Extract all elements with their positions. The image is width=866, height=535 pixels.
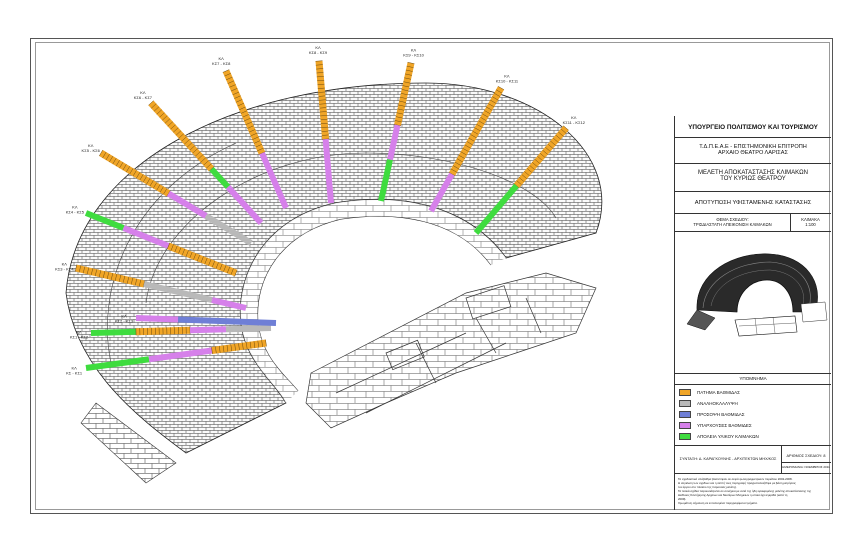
ministry-title: ΥΠΟΥΡΓΕΙΟ ΠΟΛΙΤΙΣΜΟΥ ΚΑΙ ΤΟΥΡΙΣΜΟΥ: [688, 124, 818, 131]
stair-label: ΚΣ5 - ΚΣ6: [82, 148, 101, 153]
legend-item: ΑΠΟΛΕΙΑ ΥΛΙΚΟΥ ΚΛΙΜΑΚΩΝ: [679, 432, 829, 441]
stair-label: ΚΣ8 - ΚΣ9: [309, 50, 328, 55]
ministry-cell: ΥΠΟΥΡΓΕΙΟ ΠΟΛΙΤΙΣΜΟΥ ΚΑΙ ΤΟΥΡΙΣΜΟΥ: [675, 116, 831, 138]
committee-title: Τ.Δ.Π.Ε.Α.Ε - ΕΠΙΣΤΗΜΟΝΙΚΗ ΕΠΙΤΡΟΠΗ: [699, 144, 807, 150]
stair-segment-riser: [177, 316, 277, 326]
legend-item: ΠΑΤΗΜΑ ΒΑΘΜΙΔΑΣ: [679, 388, 829, 397]
stair-segment-fill: [225, 325, 272, 333]
legend-swatch: [679, 433, 691, 440]
legend-cell: ΥΠΟΜΝΗΜΑ ΠΑΤΗΜΑ ΒΑΘΜΙΔΑΣ ΑΝΑΛΗΟΚΛΑΛΥΨΗ ΠΡΟ…: [675, 374, 831, 446]
stair-label: ΚΣ6 - ΚΣ7: [134, 95, 153, 100]
stair-label: ΚΣ4 - ΚΣ5: [66, 210, 85, 215]
title-block: ΥΠΟΥΡΓΕΙΟ ΠΟΛΙΤΙΣΜΟΥ ΚΑΙ ΤΟΥΡΙΣΜΟΥ Τ.Δ.Π…: [674, 116, 831, 510]
stair-segment-exist: [135, 315, 179, 323]
committee-cell: Τ.Δ.Π.Ε.Α.Ε - ΕΠΙΣΤΗΜΟΝΙΚΗ ΕΠΙΤΡΟΠΗ ΑΡΧΑ…: [675, 138, 831, 164]
legend-item: ΠΡΟΣΟΨΗ ΒΑΘΜΙΔΑΣ: [679, 410, 829, 419]
theme-box: ΘΕΜΑ ΣΧΕΔΙΟΥ: ΤΡΙΣΔΙΑΣΤΑΤΗ ΑΠΕΙΚΟΝΙΣΗ ΚΛ…: [675, 214, 791, 232]
author-text: ΣΥΝΤΑΞΗ: Δ. ΚΑΡΑΓΚΟΥΝΗΣ - ΑΡΧΙΤΕΚΤΩΝ ΜΗΧ…: [679, 457, 777, 461]
legend-item: ΥΠΑΡΧΟΥΣΕΣ ΒΑΘΜΙΔΕΣ: [679, 421, 829, 430]
stair-label: ΚΣ7 - ΚΣ8: [212, 61, 231, 66]
scale-box: ΚΛΙΜΑΚΑ 1:100: [790, 214, 831, 232]
subject-title: ΑΠΟΤΥΠΩΣΗ ΥΦΙΣΤΑΜΕΝΗΣ ΚΑΤΑΣΤΑΣΗΣ: [694, 200, 812, 206]
study-title-line2: ΤΟΥ ΚΥΡΙΩΣ ΘΕΑΤΡΟΥ: [720, 176, 786, 182]
author-cell: ΣΥΝΤΑΞΗ: Δ. ΚΑΡΑΓΚΟΥΝΗΣ - ΑΡΧΙΤΕΚΤΩΝ ΜΗΧ…: [675, 446, 831, 474]
study-title-line1: ΜΕΛΕΤΗ ΑΠΟΚΑΤΑΣΤΑΣΗΣ ΚΛΙΜΑΚΩΝ: [698, 170, 808, 176]
study-cell: ΜΕΛΕΤΗ ΑΠΟΚΑΤΑΣΤΑΣΗΣ ΚΛΙΜΑΚΩΝ ΤΟΥ ΚΥΡΙΩΣ…: [675, 164, 831, 192]
note-line: Χρωμάτινη σήμανση σε εντοπισμένα περιγρα…: [678, 501, 758, 505]
stair-label: ΚΣ - ΚΣ1: [66, 371, 83, 376]
key-plan-thumbnail: [686, 253, 828, 337]
site-title: ΑΡΧΑΙΟ ΘΕΑΤΡΟ ΛΑΡΙΣΑΣ: [718, 150, 788, 156]
scale-value: 1:100: [805, 222, 816, 227]
stair-segment-loss: [90, 328, 137, 336]
legend-label: ΠΑΤΗΜΑ ΒΑΘΜΙΔΑΣ: [697, 390, 740, 395]
theme-cell: ΘΕΜΑ ΣΧΕΔΙΟΥ: ΤΡΙΣΔΙΑΣΤΑΤΗ ΑΠΕΙΚΟΝΙΣΗ ΚΛ…: [675, 214, 831, 232]
theme-value: ΤΡΙΣΔΙΑΣΤΑΤΗ ΑΠΕΙΚΟΝΙΣΗ ΚΛΙΜΑΚΩΝ: [693, 222, 772, 227]
drawing-number: ΑΡΙΘΜΟΣ ΣΧΕΔΙΟΥ: 8: [781, 446, 831, 463]
stair-label: ΚΣ2 - ΚΣ3: [115, 319, 134, 324]
stair-label: ΚΣ10 - ΚΣ11: [496, 79, 519, 84]
legend-label: ΑΠΟΛΕΙΑ ΥΛΙΚΟΥ ΚΛΙΜΑΚΩΝ: [697, 434, 759, 439]
stair-label: ΚΣ9 - ΚΣ10: [403, 52, 424, 57]
drawing-number-box: ΑΡΙΘΜΟΣ ΣΧΕΔΙΟΥ: 8 ΗΜΕΡΟΜΗΝΙΑ: ΝΟΕΜΒΡΙΟΣ…: [781, 446, 831, 474]
stair-segment-exist: [189, 326, 227, 334]
legend-swatch: [679, 389, 691, 396]
skene-building: [305, 272, 597, 429]
stair-label: ΚΣ3 - ΚΣ4: [55, 266, 74, 271]
theatre-plan-drawing: ΚΛΚΣ - ΚΣ1ΚΛΚΣ1 - ΚΣ2ΚΛΚΣ2 - ΚΣ3ΚΛΚΣ3 - …: [55, 45, 603, 484]
key-plan-cell: [675, 232, 831, 374]
legend-label: ΑΝΑΛΗΟΚΛΑΛΥΨΗ: [697, 401, 738, 406]
legend-swatch: [679, 411, 691, 418]
legend-swatch: [679, 400, 691, 407]
legend-label: ΠΡΟΣΟΨΗ ΒΑΘΜΙΔΑΣ: [697, 412, 745, 417]
drawing-date: ΗΜΕΡΟΜΗΝΙΑ: ΝΟΕΜΒΡΙΟΣ 2011: [782, 465, 830, 469]
notes-list: Τα σχεδιαστικά υπόβαθρα βασίστηκαν σε σε…: [675, 474, 831, 505]
legend-label: ΥΠΑΡΧΟΥΣΕΣ ΒΑΘΜΙΔΕΣ: [697, 423, 752, 428]
theme-label: ΘΕΜΑ ΣΧΕΔΙΟΥ:: [716, 217, 749, 222]
subject-cell: ΑΠΟΤΥΠΩΣΗ ΥΦΙΣΤΑΜΕΝΗΣ ΚΑΤΑΣΤΑΣΗΣ: [675, 192, 831, 214]
stair-label: ΚΣ11 - ΚΣ12: [563, 120, 586, 125]
stair-label: ΚΣ1 - ΚΣ2: [70, 334, 89, 339]
notes-cell: Τα σχεδιαστικά υπόβαθρα βασίστηκαν σε σε…: [675, 474, 831, 510]
scale-label: ΚΛΙΜΑΚΑ: [801, 217, 820, 222]
legend-item: ΑΝΑΛΗΟΚΛΑΛΥΨΗ: [679, 399, 829, 408]
author-box: ΣΥΝΤΑΞΗ: Δ. ΚΑΡΑΓΚΟΥΝΗΣ - ΑΡΧΙΤΕΚΤΩΝ ΜΗΧ…: [675, 446, 782, 474]
legend-swatch: [679, 422, 691, 429]
legend-title: ΥΠΟΜΝΗΜΑ: [675, 374, 831, 385]
